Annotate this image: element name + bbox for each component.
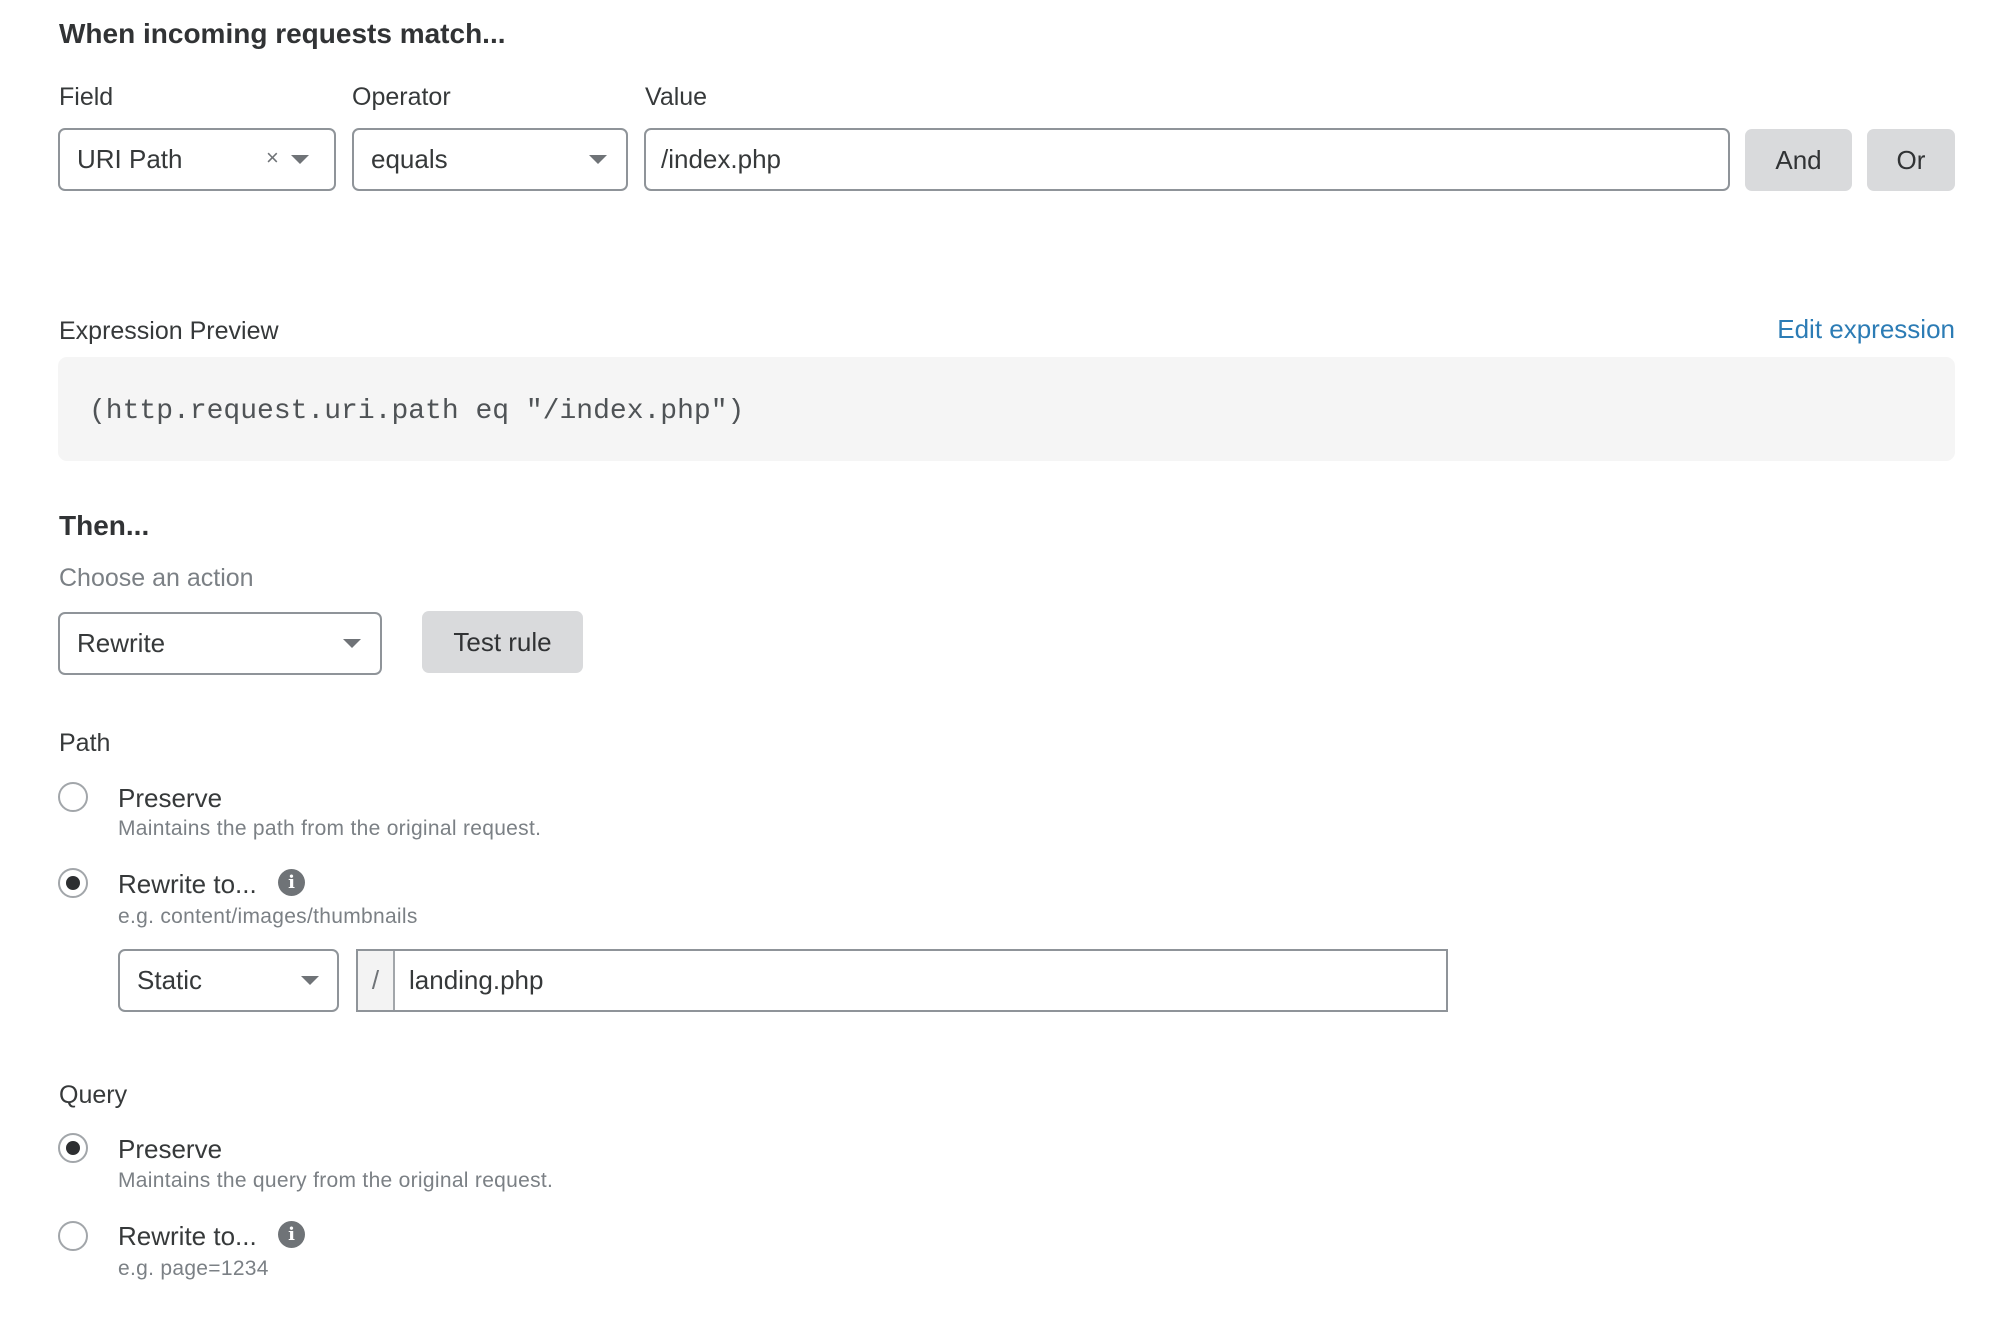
- info-icon[interactable]: i: [278, 1221, 305, 1248]
- query-preserve-description: Maintains the query from the original re…: [118, 1169, 554, 1192]
- path-prefix: /: [358, 951, 395, 1010]
- path-label: Path: [59, 729, 111, 757]
- rewrite-type-select[interactable]: Static: [118, 949, 339, 1012]
- expression-preview-label: Expression Preview: [59, 317, 279, 345]
- query-rewrite-label[interactable]: Rewrite to...: [118, 1223, 257, 1249]
- operator-label: Operator: [352, 83, 451, 111]
- or-button[interactable]: Or: [1867, 129, 1955, 191]
- action-select[interactable]: Rewrite: [58, 612, 382, 675]
- chevron-down-icon[interactable]: [291, 155, 309, 164]
- chevron-down-icon[interactable]: [589, 155, 607, 164]
- query-preserve-label[interactable]: Preserve: [118, 1136, 222, 1162]
- path-rewrite-description: e.g. content/images/thumbnails: [118, 905, 418, 928]
- value-input-text: /index.php: [661, 144, 781, 174]
- operator-select[interactable]: equals: [352, 128, 628, 191]
- test-rule-button[interactable]: Test rule: [422, 611, 583, 673]
- field-select[interactable]: URI Path ×: [58, 128, 336, 191]
- choose-action-label: Choose an action: [59, 564, 254, 592]
- then-heading: Then...: [59, 510, 150, 541]
- and-button[interactable]: And: [1745, 129, 1852, 191]
- expression-code: (http.request.uri.path eq "/index.php"): [89, 396, 745, 427]
- chevron-down-icon[interactable]: [343, 639, 361, 648]
- path-rewrite-input[interactable]: / landing.php: [356, 949, 1448, 1012]
- query-rewrite-description: e.g. page=1234: [118, 1257, 269, 1280]
- action-select-value: Rewrite: [77, 628, 166, 658]
- path-preserve-radio[interactable]: [58, 782, 88, 812]
- path-rewrite-label[interactable]: Rewrite to...: [118, 871, 257, 897]
- value-input[interactable]: /index.php: [644, 128, 1730, 191]
- path-preserve-label[interactable]: Preserve: [118, 785, 222, 811]
- operator-select-value: equals: [371, 144, 448, 174]
- field-select-value: URI Path: [77, 144, 183, 174]
- path-rewrite-value[interactable]: landing.php: [395, 951, 543, 1010]
- path-rewrite-radio[interactable]: [58, 868, 88, 898]
- query-label: Query: [59, 1081, 128, 1109]
- value-label: Value: [645, 83, 708, 111]
- edit-expression-link[interactable]: Edit expression: [1777, 316, 1955, 342]
- field-label: Field: [59, 83, 114, 111]
- query-rewrite-radio[interactable]: [58, 1221, 88, 1251]
- chevron-down-icon[interactable]: [301, 976, 319, 985]
- query-preserve-radio[interactable]: [58, 1133, 88, 1163]
- path-preserve-description: Maintains the path from the original req…: [118, 817, 542, 840]
- rewrite-type-value: Static: [137, 965, 203, 995]
- info-icon[interactable]: i: [278, 869, 305, 896]
- match-heading: When incoming requests match...: [59, 18, 506, 49]
- clear-icon[interactable]: ×: [266, 147, 279, 169]
